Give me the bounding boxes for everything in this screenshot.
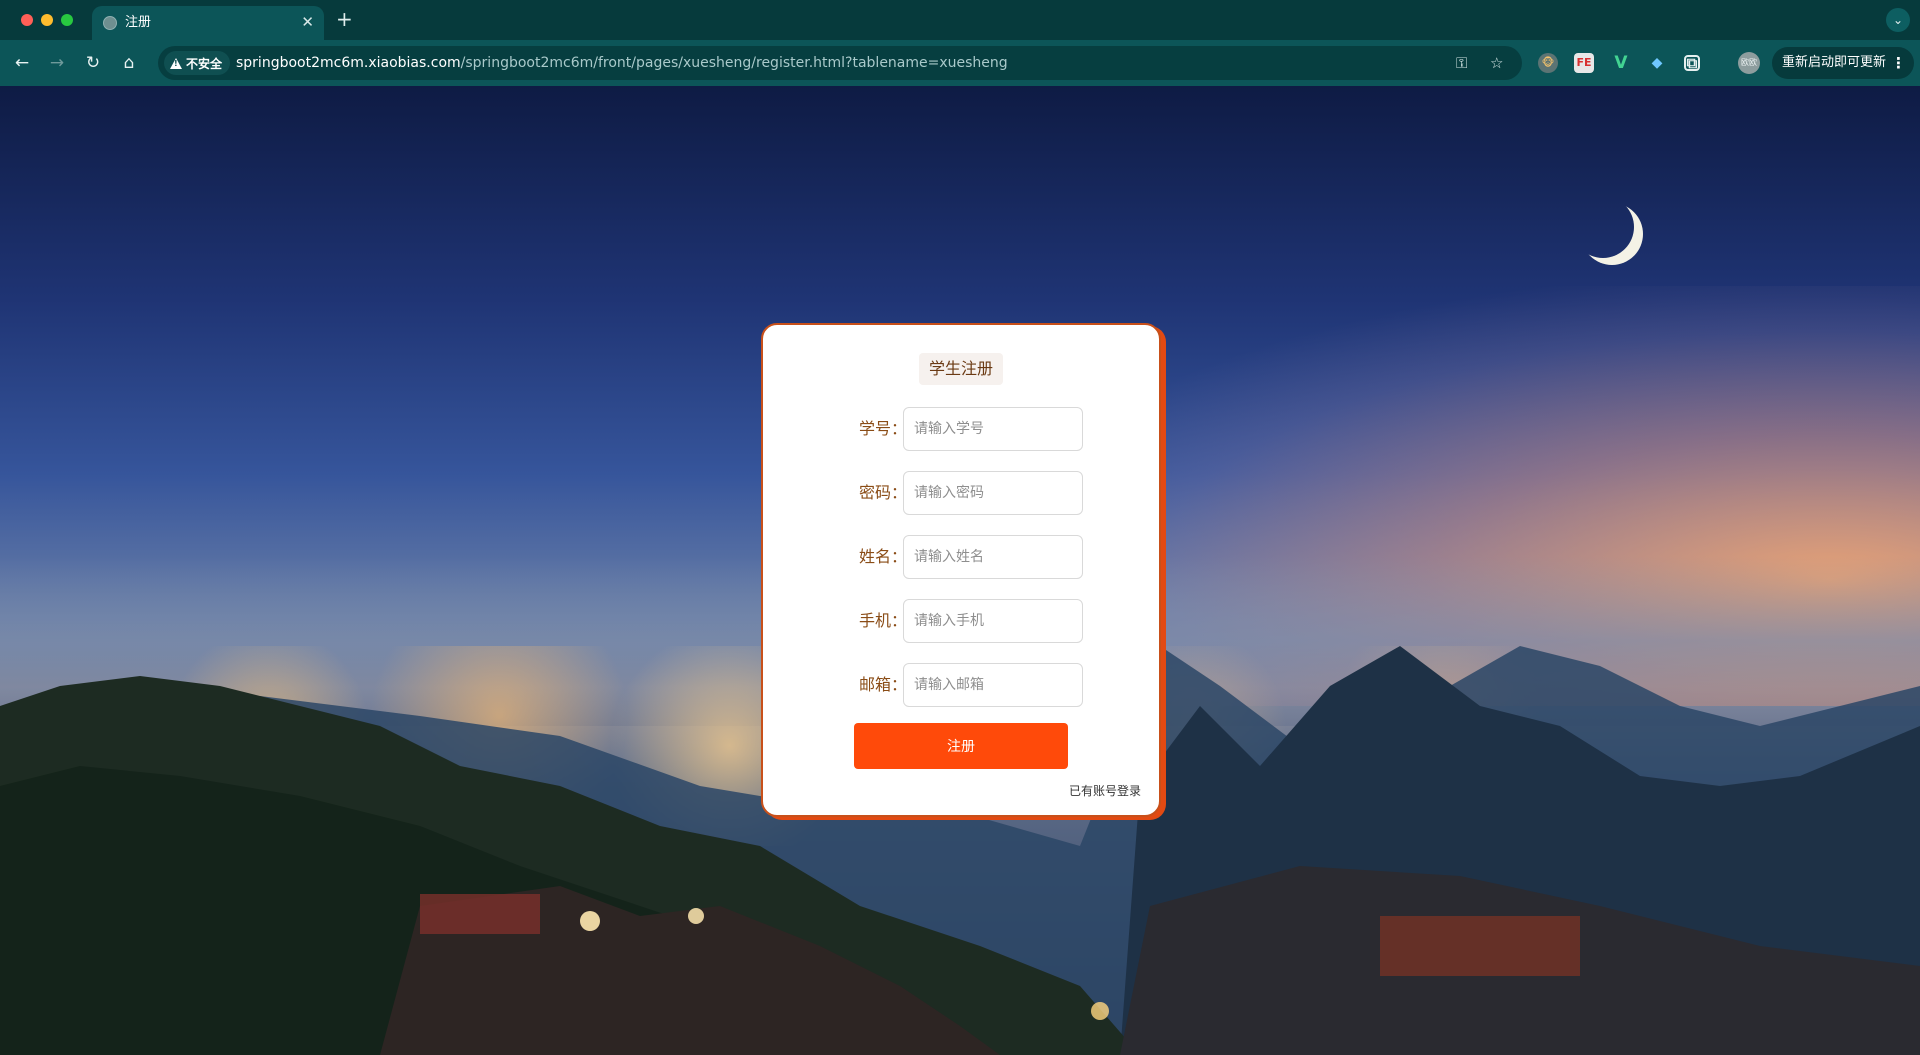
- url-path: /springboot2mc6m/front/pages/xuesheng/re…: [460, 55, 1008, 71]
- extension-monkey-icon[interactable]: 🐵: [1538, 53, 1558, 73]
- field-row-name: 姓名：: [763, 535, 1163, 579]
- forward-button[interactable]: →: [46, 52, 68, 74]
- name-label: 姓名：: [858, 547, 907, 566]
- register-card: 学生注册 学号： 密码： 姓名： 手机： 邮箱： 注册 已有账号登录: [761, 323, 1161, 817]
- bookmark-star-icon[interactable]: ☆: [1490, 53, 1503, 73]
- field-row-password: 密码：: [763, 471, 1163, 515]
- page-viewport: 学生注册 学号： 密码： 姓名： 手机： 邮箱： 注册 已有账号登录: [0, 86, 1920, 1055]
- password-key-icon[interactable]: ⚿: [1456, 53, 1467, 73]
- address-bar[interactable]: 不安全 springboot2mc6m.xiaobias.com/springb…: [158, 46, 1522, 80]
- globe-icon: [103, 16, 117, 30]
- close-window-icon[interactable]: [21, 14, 33, 26]
- update-label: 重新启动即可更新: [1782, 55, 1887, 70]
- more-menu-icon[interactable]: ⋮: [1891, 47, 1906, 79]
- login-link[interactable]: 已有账号登录: [1069, 783, 1141, 799]
- phone-label: 手机：: [858, 611, 907, 630]
- reload-button[interactable]: ↻: [82, 52, 104, 74]
- name-input[interactable]: [903, 535, 1083, 579]
- url-text[interactable]: springboot2mc6m.xiaobias.com/springboot2…: [236, 54, 1008, 72]
- password-label: 密码：: [858, 483, 907, 502]
- extension-vue-icon[interactable]: V: [1611, 53, 1631, 73]
- student-id-label: 学号：: [858, 419, 907, 438]
- new-tab-button[interactable]: +: [336, 8, 353, 30]
- browser-toolbar: ← → ↻ ⌂ 不安全 springboot2mc6m.xiaobias.com…: [0, 40, 1920, 86]
- field-row-phone: 手机：: [763, 599, 1163, 643]
- browser-tab-active[interactable]: 注册 ✕: [92, 6, 324, 40]
- browser-titlebar: 注册 ✕ + ⌄: [0, 0, 1920, 40]
- form-title: 学生注册: [918, 353, 1004, 385]
- warning-icon: [170, 57, 182, 69]
- security-chip[interactable]: 不安全: [164, 51, 231, 75]
- email-input[interactable]: [903, 663, 1083, 707]
- tab-search-button[interactable]: ⌄: [1886, 8, 1910, 32]
- extension-gem-icon[interactable]: ◆: [1647, 53, 1667, 73]
- extensions-puzzle-icon[interactable]: ⧉: [1684, 55, 1700, 71]
- extension-fe-icon[interactable]: FE: [1574, 53, 1594, 73]
- password-input[interactable]: [903, 471, 1083, 515]
- update-button[interactable]: 重新启动即可更新 ⋮: [1772, 47, 1914, 79]
- security-label: 不安全: [186, 56, 223, 71]
- field-row-email: 邮箱：: [763, 663, 1163, 707]
- home-button[interactable]: ⌂: [118, 52, 140, 74]
- minimize-window-icon[interactable]: [41, 14, 53, 26]
- maximize-window-icon[interactable]: [61, 14, 73, 26]
- profile-avatar[interactable]: 欧欧: [1738, 52, 1760, 74]
- back-button[interactable]: ←: [11, 52, 33, 74]
- field-row-student-id: 学号：: [763, 407, 1163, 451]
- phone-input[interactable]: [903, 599, 1083, 643]
- tab-title: 注册: [125, 15, 152, 30]
- email-label: 邮箱：: [858, 675, 907, 694]
- url-host: springboot2mc6m.xiaobias.com: [236, 55, 461, 71]
- register-button[interactable]: 注册: [854, 723, 1068, 769]
- student-id-input[interactable]: [903, 407, 1083, 451]
- tab-close-icon[interactable]: ✕: [301, 13, 314, 31]
